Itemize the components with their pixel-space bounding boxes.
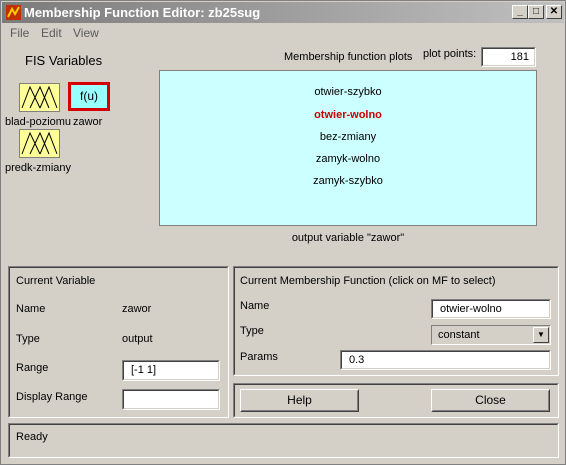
current-variable-panel: Current Variable Name zawor Type output … <box>8 266 229 418</box>
menu-edit[interactable]: Edit <box>41 26 62 40</box>
close-button[interactable]: Close <box>431 389 550 412</box>
buttons-panel: Help Close <box>233 383 559 418</box>
mf-params-input[interactable]: 0.3 <box>340 350 551 370</box>
input2-label: predk-zmiany <box>5 162 72 174</box>
mf-item-otwier-szybko[interactable]: otwier-szybko <box>160 86 536 98</box>
cv-type-value: output <box>122 333 153 345</box>
title-bar[interactable]: Membership Function Editor: zb25sug _ □ … <box>2 2 564 23</box>
matlab-logo-icon <box>6 5 21 20</box>
plot-title: Membership function plots <box>284 51 413 63</box>
menu-file[interactable]: File <box>10 26 29 40</box>
mf-name-label: Name <box>240 300 270 312</box>
menu-bar: File Edit View <box>2 23 564 42</box>
input-variable-blad-poziomu[interactable] <box>19 83 60 112</box>
mf-item-bez-zmiany[interactable]: bez-zmiany <box>160 131 536 143</box>
mf-params-label: Params <box>240 351 278 363</box>
output-variable-zawor[interactable]: f(u) <box>68 82 110 111</box>
display-range-input[interactable] <box>122 389 220 410</box>
mf-item-zamyk-wolno[interactable]: zamyk-wolno <box>160 153 536 165</box>
status-bar: Ready <box>8 423 559 458</box>
plot-points-input[interactable]: 181 <box>481 47 536 67</box>
mf-type-label: Type <box>240 325 264 337</box>
window-title: Membership Function Editor: zb25sug <box>24 5 261 20</box>
minimize-button[interactable]: _ <box>512 5 528 19</box>
status-text: Ready <box>16 431 48 443</box>
cv-name-label: Name <box>16 303 46 315</box>
mf-name-input[interactable]: otwier-wolno <box>431 299 551 319</box>
membership-function-editor-window: Membership Function Editor: zb25sug _ □ … <box>0 0 566 465</box>
chevron-down-icon[interactable]: ▼ <box>533 327 549 343</box>
close-window-button[interactable]: ✕ <box>546 5 562 19</box>
current-mf-heading: Current Membership Function (click on MF… <box>240 275 496 287</box>
mf-type-value: constant <box>438 329 480 341</box>
mf-triangles-icon <box>21 85 58 109</box>
current-mf-panel: Current Membership Function (click on MF… <box>233 266 559 376</box>
input-variable-predk-zmiany[interactable] <box>19 129 60 158</box>
cv-type-label: Type <box>16 333 40 345</box>
fis-variables-heading: FIS Variables <box>25 53 103 68</box>
close-button-label: Close <box>475 393 506 407</box>
range-input[interactable]: [-1 1] <box>122 360 220 381</box>
cv-range-label: Range <box>16 362 49 374</box>
mf-type-select[interactable]: constant ▼ <box>431 325 551 345</box>
help-button-label: Help <box>287 393 312 407</box>
cv-name-value: zawor <box>122 303 152 315</box>
mf-item-otwier-wolno[interactable]: otwier-wolno <box>160 109 536 121</box>
input1-label: blad-poziomu <box>5 116 72 128</box>
cv-display-range-label: Display Range <box>16 391 88 403</box>
mf-triangles-icon <box>21 131 58 155</box>
output-label: zawor <box>73 116 103 128</box>
plot-caption: output variable "zawor" <box>291 232 405 244</box>
membership-function-plot[interactable]: otwier-szybko otwier-wolno bez-zmiany za… <box>159 70 537 226</box>
current-variable-heading: Current Variable <box>16 275 96 287</box>
plot-points-label: plot points: <box>423 48 477 60</box>
maximize-button[interactable]: □ <box>528 5 544 19</box>
mf-item-zamyk-szybko[interactable]: zamyk-szybko <box>160 175 536 187</box>
help-button[interactable]: Help <box>240 389 359 412</box>
menu-view[interactable]: View <box>73 26 99 40</box>
